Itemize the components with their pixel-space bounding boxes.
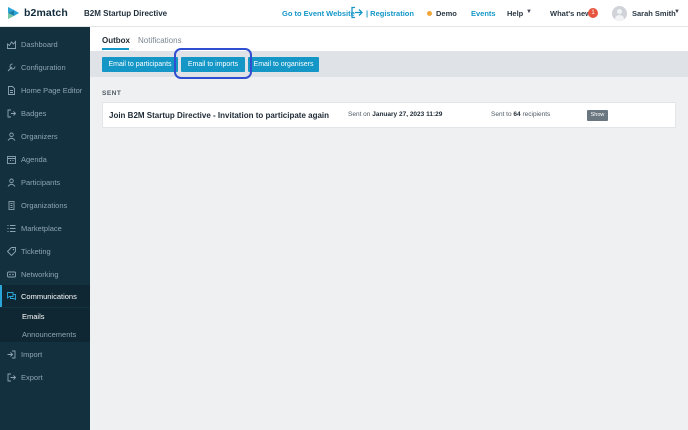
sidebar-item-communications[interactable]: Communications	[0, 285, 90, 307]
user-menu[interactable]: Sarah Smith	[632, 9, 676, 18]
networking-icon	[7, 270, 16, 279]
communications-submenu: Emails Announcements	[0, 308, 90, 342]
sidebar-item-dashboard[interactable]: Dashboard	[0, 33, 90, 55]
tag-icon	[7, 246, 16, 256]
events-link[interactable]: Events	[471, 9, 496, 18]
chat-icon	[7, 291, 16, 301]
export-icon	[7, 373, 16, 382]
event-title: B2M Startup Directive	[84, 9, 168, 18]
active-tab-indicator	[102, 48, 129, 50]
sidebar-item-import[interactable]: Import	[0, 343, 90, 365]
tab-notifications[interactable]: Notifications	[138, 36, 182, 45]
people-icon	[7, 132, 16, 141]
sidebar: Dashboard Configuration Home Page Editor…	[0, 27, 90, 430]
sidebar-subitem-announcements[interactable]: Announcements	[22, 330, 76, 339]
import-icon	[7, 350, 16, 359]
list-icon	[7, 224, 16, 233]
help-chevron-down-icon: ▼	[526, 9, 532, 15]
logo[interactable]: b2match	[7, 6, 68, 20]
demo-link[interactable]: Demo	[436, 9, 457, 18]
sidebar-item-organizations[interactable]: Organizations	[0, 194, 90, 216]
b2match-logo-icon	[7, 6, 20, 20]
whats-new-badge: 1	[588, 8, 598, 18]
badge-icon	[7, 109, 16, 118]
go-to-website-link[interactable]: Go to Event Website	[282, 9, 355, 18]
calendar-icon	[7, 155, 16, 164]
page-icon	[7, 85, 16, 95]
help-menu[interactable]: Help	[507, 9, 523, 18]
show-email-button[interactable]: Show	[587, 110, 608, 121]
dashboard-icon	[7, 39, 16, 49]
sidebar-item-agenda[interactable]: Agenda	[0, 148, 90, 170]
wrench-icon	[7, 63, 16, 72]
email-subject: Join B2M Startup Directive - Invitation …	[109, 111, 330, 120]
sidebar-item-export[interactable]: Export	[0, 366, 90, 388]
email-recipients: Sent to 64 recipients	[491, 111, 551, 118]
whats-new-link[interactable]: What's new	[550, 9, 591, 18]
sidebar-item-home-page-editor[interactable]: Home Page Editor	[0, 79, 90, 101]
tab-outbox[interactable]: Outbox	[102, 36, 130, 45]
demo-status-dot	[427, 11, 432, 16]
logo-text: b2match	[24, 7, 68, 19]
sidebar-item-networking[interactable]: Networking	[0, 263, 90, 285]
participants-icon	[7, 178, 16, 187]
exit-icon	[350, 6, 363, 19]
sidebar-item-participants[interactable]: Participants	[0, 171, 90, 193]
registration-link[interactable]: | Registration	[366, 9, 414, 18]
sidebar-item-organizers[interactable]: Organizers	[0, 125, 90, 147]
email-sent-date: Sent on January 27, 2023 11:29	[348, 111, 443, 118]
avatar[interactable]	[612, 6, 627, 21]
building-icon	[7, 200, 16, 210]
top-bar: b2match B2M Startup Directive Go to Even…	[0, 0, 688, 27]
sidebar-item-badges[interactable]: Badges	[0, 102, 90, 124]
email-to-participants-button[interactable]: Email to participants	[102, 57, 178, 72]
highlight-outline	[174, 48, 252, 79]
email-to-organisers-button[interactable]: Email to organisers	[248, 57, 319, 72]
sent-section-label: SENT	[102, 90, 122, 97]
sidebar-subitem-emails[interactable]: Emails	[22, 312, 45, 321]
sidebar-item-ticketing[interactable]: Ticketing	[0, 240, 90, 262]
sidebar-item-configuration[interactable]: Configuration	[0, 56, 90, 78]
user-chevron-down-icon: ▼	[674, 9, 680, 15]
sidebar-item-marketplace[interactable]: Marketplace	[0, 217, 90, 239]
